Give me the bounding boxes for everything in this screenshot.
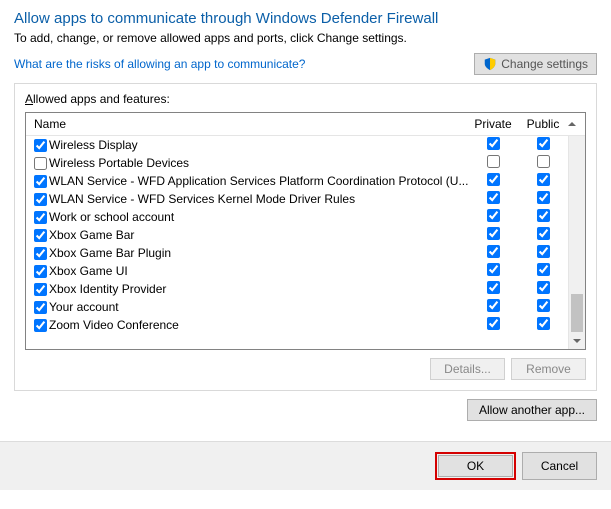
row-enable-checkbox[interactable]	[34, 193, 47, 206]
row-public-checkbox[interactable]	[537, 263, 550, 276]
row-private-checkbox[interactable]	[487, 137, 500, 150]
row-private-checkbox[interactable]	[487, 317, 500, 330]
row-name-label: Zoom Video Conference	[49, 318, 179, 332]
row-name-label: Wireless Display	[49, 138, 138, 152]
row-private-checkbox[interactable]	[487, 281, 500, 294]
table-row[interactable]: Your account	[26, 298, 568, 316]
row-enable-checkbox[interactable]	[34, 175, 47, 188]
scrollbar-track[interactable]	[569, 136, 585, 332]
row-private-checkbox[interactable]	[487, 173, 500, 186]
row-private-checkbox[interactable]	[487, 209, 500, 222]
col-header-public[interactable]: Public	[518, 117, 568, 131]
row-name-label: Xbox Game UI	[49, 264, 128, 278]
table-row[interactable]: Xbox Game Bar Plugin	[26, 244, 568, 262]
row-enable-checkbox[interactable]	[34, 247, 47, 260]
scrollbar[interactable]	[568, 136, 585, 349]
row-enable-checkbox[interactable]	[34, 283, 47, 296]
row-private-checkbox[interactable]	[487, 263, 500, 276]
row-public-checkbox[interactable]	[537, 155, 550, 168]
ok-button[interactable]: OK	[438, 455, 513, 477]
ok-highlight: OK	[435, 452, 516, 480]
row-public-checkbox[interactable]	[537, 299, 550, 312]
row-public-checkbox[interactable]	[537, 209, 550, 222]
row-private-checkbox[interactable]	[487, 245, 500, 258]
table-row[interactable]: Xbox Game Bar	[26, 226, 568, 244]
change-settings-label: Change settings	[501, 57, 588, 71]
row-enable-checkbox[interactable]	[34, 265, 47, 278]
row-name-label: WLAN Service - WFD Services Kernel Mode …	[49, 192, 355, 206]
table-row[interactable]: Work or school account	[26, 208, 568, 226]
table-row[interactable]: WLAN Service - WFD Services Kernel Mode …	[26, 190, 568, 208]
row-private-checkbox[interactable]	[487, 191, 500, 204]
scrollbar-thumb[interactable]	[571, 294, 583, 332]
row-enable-checkbox[interactable]	[34, 301, 47, 314]
table-row[interactable]: Xbox Game UI	[26, 262, 568, 280]
row-public-checkbox[interactable]	[537, 227, 550, 240]
row-public-checkbox[interactable]	[537, 137, 550, 150]
col-header-private[interactable]: Private	[468, 117, 518, 131]
row-enable-checkbox[interactable]	[34, 157, 47, 170]
change-settings-button[interactable]: Change settings	[474, 53, 597, 75]
table-row[interactable]: Zoom Video Conference	[26, 316, 568, 334]
row-enable-checkbox[interactable]	[34, 211, 47, 224]
row-public-checkbox[interactable]	[537, 281, 550, 294]
row-name-label: Xbox Identity Provider	[49, 282, 166, 296]
scroll-down-button[interactable]	[569, 332, 585, 349]
allow-another-app-button[interactable]: Allow another app...	[467, 399, 597, 421]
page-subtitle: To add, change, or remove allowed apps a…	[14, 31, 597, 45]
table-row[interactable]: WLAN Service - WFD Application Services …	[26, 172, 568, 190]
row-name-label: Work or school account	[49, 210, 174, 224]
page-title: Allow apps to communicate through Window…	[14, 10, 597, 27]
remove-button[interactable]: Remove	[511, 358, 586, 380]
row-public-checkbox[interactable]	[537, 245, 550, 258]
details-button[interactable]: Details...	[430, 358, 505, 380]
row-enable-checkbox[interactable]	[34, 139, 47, 152]
allowed-apps-group: Allowed apps and features: Name Private …	[14, 83, 597, 391]
table-row[interactable]: Xbox Identity Provider	[26, 280, 568, 298]
shield-icon	[483, 57, 497, 71]
group-title: Allowed apps and features:	[25, 92, 586, 106]
col-header-scroll-up[interactable]	[568, 117, 585, 131]
row-name-label: Xbox Game Bar	[49, 228, 134, 242]
risks-link[interactable]: What are the risks of allowing an app to…	[14, 57, 305, 71]
row-enable-checkbox[interactable]	[34, 319, 47, 332]
row-private-checkbox[interactable]	[487, 227, 500, 240]
row-name-label: WLAN Service - WFD Application Services …	[49, 174, 468, 188]
list-header: Name Private Public	[26, 113, 585, 136]
dialog-footer: OK Cancel	[0, 441, 611, 490]
col-header-name[interactable]: Name	[26, 117, 468, 131]
row-private-checkbox[interactable]	[487, 155, 500, 168]
row-private-checkbox[interactable]	[487, 299, 500, 312]
row-name-label: Xbox Game Bar Plugin	[49, 246, 171, 260]
cancel-button[interactable]: Cancel	[522, 452, 597, 480]
row-enable-checkbox[interactable]	[34, 229, 47, 242]
row-name-label: Wireless Portable Devices	[49, 156, 189, 170]
row-public-checkbox[interactable]	[537, 317, 550, 330]
row-name-label: Your account	[49, 300, 119, 314]
row-public-checkbox[interactable]	[537, 191, 550, 204]
apps-list: Name Private Public Wireless Display Wire…	[25, 112, 586, 350]
table-row[interactable]: Wireless Display	[26, 136, 568, 154]
table-row[interactable]: Wireless Portable Devices	[26, 154, 568, 172]
row-public-checkbox[interactable]	[537, 173, 550, 186]
